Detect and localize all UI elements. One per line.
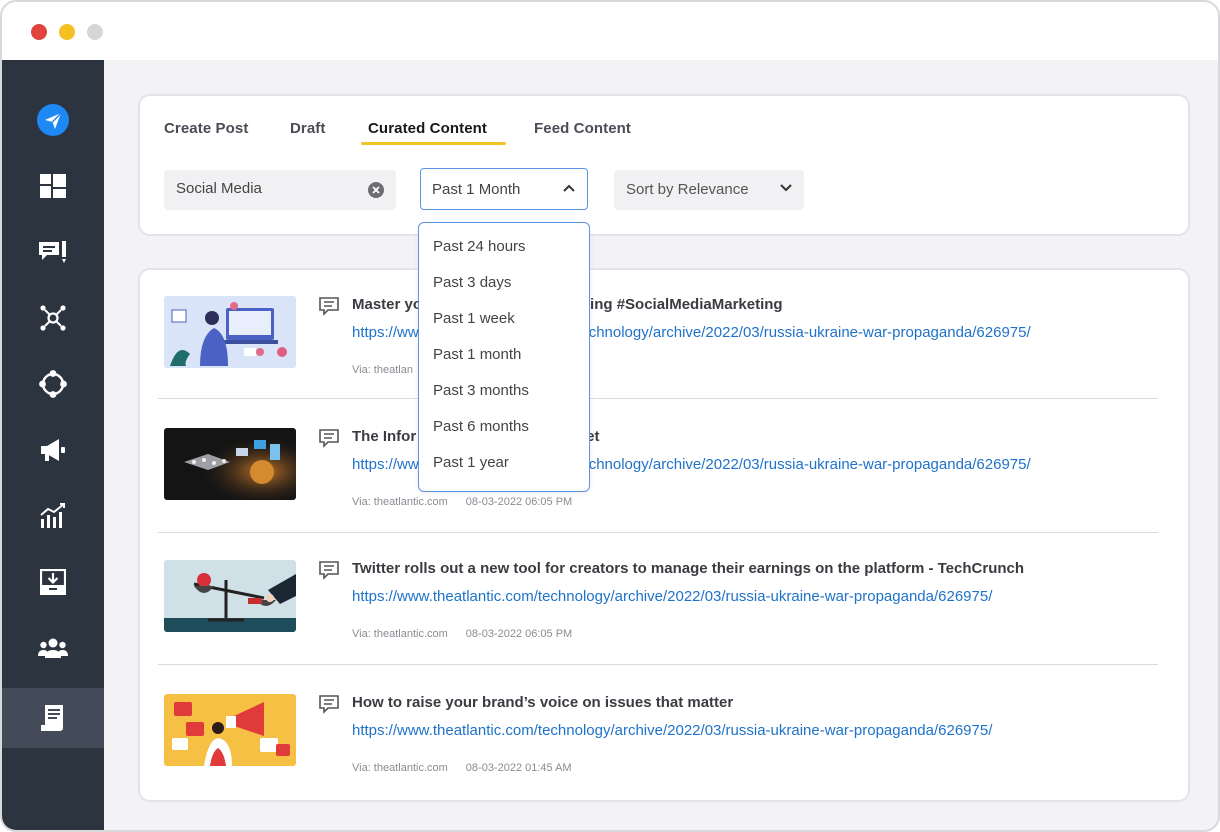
post-meta: Via: theatlan [352,364,413,376]
post-source: Via: theatlan [352,364,413,376]
circle-nodes-icon [39,370,67,398]
post-title[interactable]: Twitter rolls out a new tool for creator… [352,560,1024,577]
post-meta: Via: theatlantic.com 08-03-2022 06:05 PM [352,496,572,508]
sidebar-item-engage[interactable] [2,222,104,282]
time-range-dropdown: Past 24 hours Past 3 days Past 1 week Pa… [418,222,590,492]
post-thumbnail [164,428,296,500]
search-box [164,170,396,210]
team-icon [38,638,68,658]
download-tray-icon [40,569,66,595]
tab-curated-content[interactable]: Curated Content [368,120,487,137]
list-item[interactable]: How to raise your brand’s voice on issue… [158,668,1158,800]
sidebar-item-team[interactable] [2,618,104,678]
sidebar-item-connections[interactable] [2,354,104,414]
post-source: Via: theatlantic.com [352,496,448,508]
post-source: Via: theatlantic.com [352,628,448,640]
comments-icon [39,241,66,263]
post-date: 08-03-2022 01:45 AM [465,762,572,774]
time-range-select[interactable]: Past 1 Month [420,168,588,210]
dropdown-option[interactable]: Past 3 months [433,382,583,399]
clear-search-icon[interactable] [368,182,384,198]
post-link[interactable]: https://www.theatlantic.com/technology/a… [352,722,992,739]
post-thumbnail [164,694,296,766]
minimize-window-button[interactable] [59,24,75,40]
post-date: 08-03-2022 06:05 PM [465,628,573,640]
main-content: Create Post Draft Curated Content Feed C… [104,60,1218,830]
dropdown-option[interactable]: Past 1 month [433,346,583,363]
dropdown-option[interactable]: Past 6 months [433,418,583,435]
send-icon [37,104,69,136]
list-item[interactable]: The Infor et https://ww chnology/archive/2… [158,402,1158,534]
post-comment-icon [319,297,339,316]
post-meta: Via: theatlantic.com 08-03-2022 06:05 PM [352,628,572,640]
dashboard-icon [40,174,66,198]
analytics-icon [40,503,65,528]
title-bar [2,2,1218,60]
tab-feed-content[interactable]: Feed Content [534,120,631,137]
chevron-up-icon [563,184,575,192]
content-document-icon [41,705,63,731]
sidebar-item-analytics[interactable] [2,486,104,546]
megaphone-icon [41,439,65,461]
sidebar-item-content[interactable] [2,688,104,748]
dropdown-option[interactable]: Past 24 hours [433,238,583,255]
sidebar-item-dashboard[interactable] [2,156,104,216]
post-thumbnail [164,560,296,632]
tab-draft[interactable]: Draft [290,120,326,137]
chevron-down-icon [780,184,792,192]
divider [158,532,1158,533]
post-comment-icon [319,695,339,714]
divider [158,664,1158,665]
filter-card: Create Post Draft Curated Content Feed C… [138,94,1190,236]
sidebar-item-publish[interactable] [2,90,104,150]
app-window: Create Post Draft Curated Content Feed C… [0,0,1220,832]
sidebar-item-network[interactable] [2,288,104,348]
curated-content-list: Master yo ing #SocialMediaMarketing https… [138,268,1190,802]
active-tab-indicator [361,142,506,145]
zoom-window-button[interactable] [87,24,103,40]
search-input[interactable] [176,180,356,197]
post-title[interactable]: How to raise your brand’s voice on issue… [352,694,733,711]
post-comment-icon [319,429,339,448]
list-item[interactable]: Twitter rolls out a new tool for creator… [158,534,1158,666]
sort-select[interactable]: Sort by Relevance [614,170,804,210]
sidebar [2,60,104,830]
list-item[interactable]: Master yo ing #SocialMediaMarketing https… [158,270,1158,402]
post-thumbnail [164,296,296,368]
dropdown-option[interactable]: Past 1 year [433,454,583,471]
post-source: Via: theatlantic.com [352,762,448,774]
close-window-button[interactable] [31,24,47,40]
sort-selected: Sort by Relevance [626,181,749,198]
post-date: 08-03-2022 06:05 PM [465,496,573,508]
sidebar-item-downloads[interactable] [2,552,104,612]
dropdown-option[interactable]: Past 1 week [433,310,583,327]
divider [158,398,1158,399]
post-link[interactable]: https://www.theatlantic.com/technology/a… [352,588,992,605]
sidebar-item-campaigns[interactable] [2,420,104,480]
dropdown-option[interactable]: Past 3 days [433,274,583,291]
tab-create-post[interactable]: Create Post [164,120,248,137]
post-comment-icon [319,561,339,580]
time-range-selected: Past 1 Month [432,181,521,198]
network-icon [40,305,66,331]
post-meta: Via: theatlantic.com 08-03-2022 01:45 AM [352,762,572,774]
